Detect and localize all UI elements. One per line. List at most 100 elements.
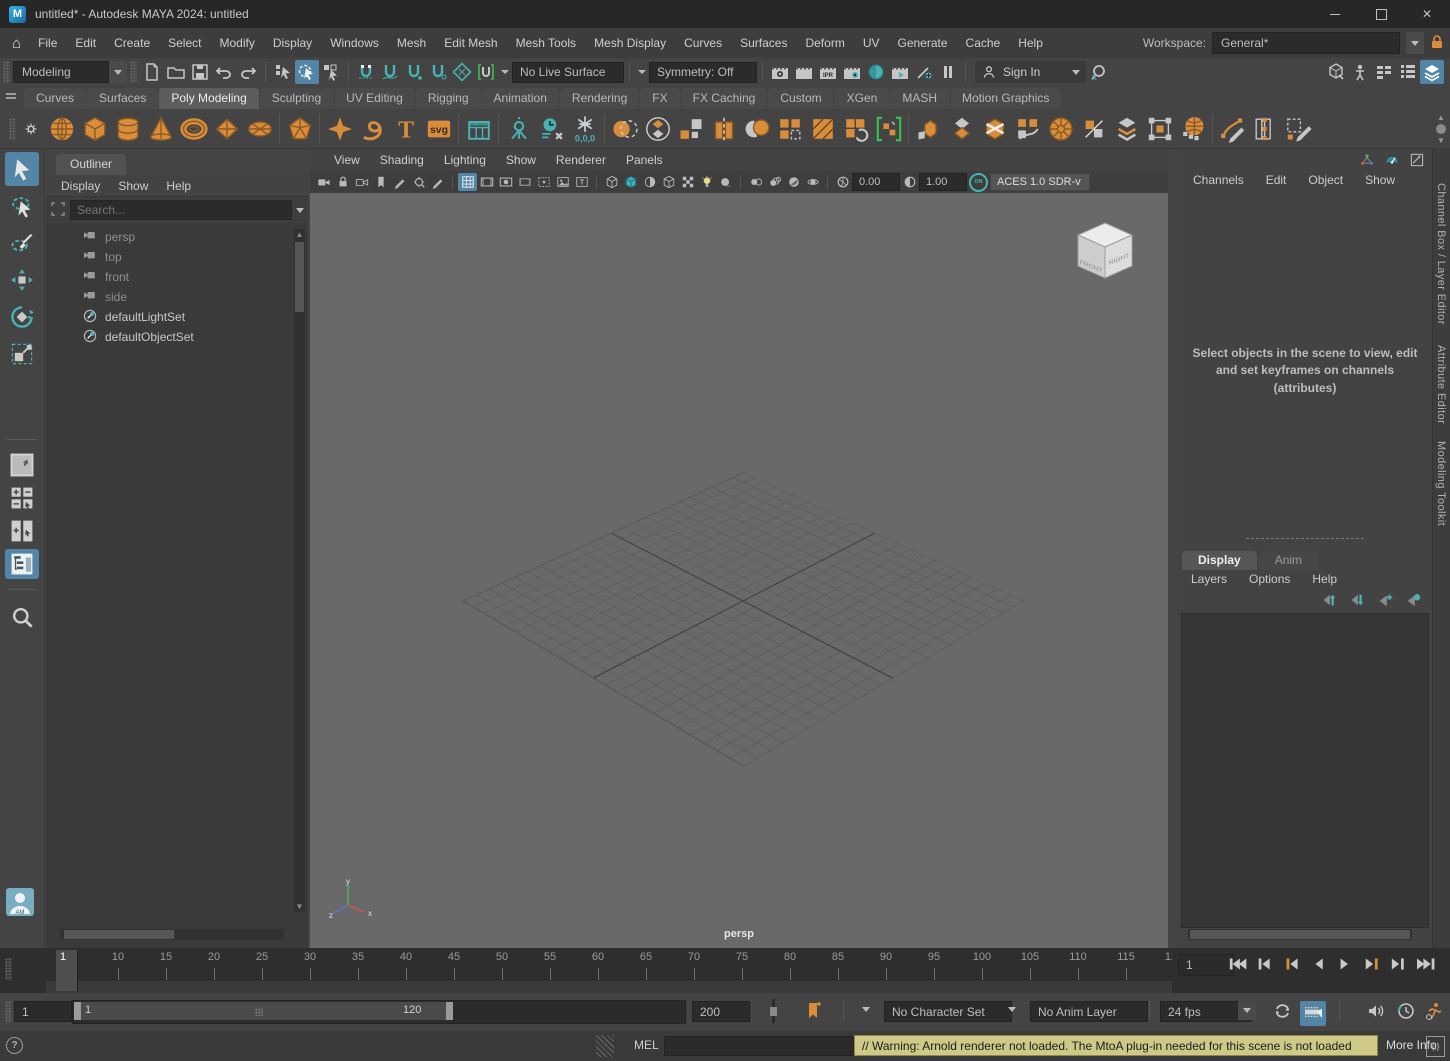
character-set-field[interactable]: No Character Set bbox=[884, 1001, 1012, 1022]
exposure-toggle-icon[interactable] bbox=[833, 173, 852, 191]
bridge-icon[interactable] bbox=[978, 112, 1011, 145]
toolbar-grip[interactable] bbox=[3, 61, 10, 83]
viewport-menu-shading[interactable]: Shading bbox=[370, 151, 434, 169]
poly-torus-icon[interactable] bbox=[177, 112, 210, 145]
poly-plane-icon[interactable] bbox=[210, 112, 243, 145]
shelf-tab-xgen[interactable]: XGen bbox=[835, 88, 890, 109]
scroll-down-icon[interactable]: ▼ bbox=[294, 901, 305, 912]
outliner-menu-show[interactable]: Show bbox=[109, 177, 157, 195]
menu-windows[interactable]: Windows bbox=[321, 32, 388, 54]
animation-start-field[interactable]: 1 bbox=[14, 1001, 72, 1022]
shelf-tab-surfaces[interactable]: Surfaces bbox=[87, 88, 158, 109]
cached-playback-icon[interactable] bbox=[1300, 1001, 1326, 1026]
zoom-tool[interactable] bbox=[5, 600, 39, 634]
extract-icon[interactable] bbox=[674, 112, 707, 145]
lighting-mode-icon[interactable] bbox=[697, 173, 716, 191]
range-end-handle[interactable] bbox=[446, 1002, 453, 1020]
scroll-up-icon[interactable]: ▲ bbox=[294, 229, 305, 240]
new-scene-icon[interactable] bbox=[140, 60, 164, 84]
channel-box-toggle-icon[interactable] bbox=[1372, 60, 1396, 84]
single-pane-layout[interactable] bbox=[5, 450, 39, 480]
home-icon[interactable]: ⌂ bbox=[4, 35, 29, 52]
shelf-tab-motion-graphics[interactable]: Motion Graphics bbox=[950, 88, 1061, 109]
shelf-tab-mash[interactable]: MASH bbox=[890, 88, 949, 109]
delete-history-icon[interactable] bbox=[535, 112, 568, 145]
ipr-render-icon[interactable]: IPR bbox=[816, 60, 840, 84]
menu-modify[interactable]: Modify bbox=[210, 32, 263, 54]
layer-menu-layers[interactable]: Layers bbox=[1180, 570, 1238, 588]
display-layers-list[interactable] bbox=[1181, 613, 1429, 928]
menu-curves[interactable]: Curves bbox=[675, 32, 731, 54]
checker-mode-icon[interactable] bbox=[678, 173, 697, 191]
menu-uv[interactable]: UV bbox=[854, 32, 889, 54]
2d-pan-zoom-icon[interactable] bbox=[409, 173, 428, 191]
save-scene-icon[interactable] bbox=[188, 60, 212, 84]
outliner-horizontal-scrollbar[interactable] bbox=[60, 929, 284, 940]
move-tool[interactable] bbox=[5, 263, 39, 297]
type-tool-icon[interactable]: T bbox=[389, 112, 422, 145]
outliner-persp-layout[interactable] bbox=[5, 549, 39, 579]
reduce-icon[interactable] bbox=[806, 112, 839, 145]
display-layers-toggle-icon[interactable] bbox=[1420, 60, 1444, 84]
lock-icon[interactable] bbox=[1430, 34, 1444, 53]
hud-toggle-icon[interactable]: T bbox=[572, 173, 591, 191]
fps-dropdown-arrow[interactable] bbox=[1238, 1001, 1256, 1020]
view-cube[interactable]: FRONT RIGHT bbox=[1070, 215, 1140, 288]
wireframe-mode-icon[interactable] bbox=[602, 173, 621, 191]
symmetry-field[interactable]: Symmetry: Off bbox=[649, 62, 757, 83]
bevel-icon[interactable] bbox=[945, 112, 978, 145]
outliner-filter-icon[interactable] bbox=[50, 201, 66, 220]
toggle-renderer-icon[interactable] bbox=[912, 60, 936, 84]
screen-space-ao-icon[interactable] bbox=[746, 173, 765, 191]
sign-in-arrow[interactable] bbox=[1072, 70, 1080, 75]
snap-to-curve-icon[interactable] bbox=[378, 60, 402, 84]
region-render-icon[interactable] bbox=[534, 173, 553, 191]
bookmark-view-icon[interactable] bbox=[371, 173, 390, 191]
viewport-menu-view[interactable]: View bbox=[324, 151, 370, 169]
use-default-material-icon[interactable] bbox=[659, 173, 678, 191]
crease-tool-icon[interactable] bbox=[1216, 112, 1249, 145]
range-slider[interactable]: 1 120 bbox=[72, 1000, 686, 1024]
outliner-tab[interactable]: Outliner bbox=[56, 154, 126, 175]
view-transform-dropdown[interactable]: ACES 1.0 SDR-v bbox=[990, 173, 1090, 191]
open-scene-icon[interactable] bbox=[164, 60, 188, 84]
render-settings-icon[interactable] bbox=[840, 60, 864, 84]
menu-select[interactable]: Select bbox=[159, 32, 210, 54]
script-editor-icon[interactable]: {;} bbox=[1426, 1036, 1445, 1057]
step-forward-key-button[interactable] bbox=[1363, 952, 1385, 976]
color-management-toggle[interactable]: ON bbox=[969, 173, 988, 191]
layer-tab-display[interactable]: Display bbox=[1182, 551, 1257, 570]
symmetrize-icon[interactable] bbox=[1143, 112, 1176, 145]
xgen-search-icon[interactable]: X bbox=[1086, 60, 1110, 84]
outliner-item-persp[interactable]: persp bbox=[46, 227, 308, 247]
menu-mesh-tools[interactable]: Mesh Tools bbox=[507, 32, 585, 54]
shelf-gear-icon[interactable] bbox=[19, 117, 43, 141]
shadows-icon[interactable] bbox=[716, 173, 735, 191]
layer-menu-help[interactable]: Help bbox=[1301, 570, 1348, 588]
film-gate-icon[interactable] bbox=[477, 173, 496, 191]
outliner-item-side[interactable]: side bbox=[46, 287, 308, 307]
isolate-select-icon[interactable] bbox=[803, 173, 822, 191]
undo-icon[interactable] bbox=[212, 60, 236, 84]
menu-cache[interactable]: Cache bbox=[957, 32, 1010, 54]
select-tool[interactable] bbox=[5, 152, 39, 186]
shelf-tab-rendering[interactable]: Rendering bbox=[560, 88, 639, 109]
mirror-icon[interactable] bbox=[740, 112, 773, 145]
resolution-gate-icon[interactable] bbox=[496, 173, 515, 191]
outliner-search-dropdown-arrow[interactable] bbox=[296, 208, 304, 213]
menu-mesh-display[interactable]: Mesh Display bbox=[585, 32, 675, 54]
shelf-tab-sculpting[interactable]: Sculpting bbox=[260, 88, 333, 109]
snap-to-projected-center-icon[interactable] bbox=[426, 60, 450, 84]
menu-surfaces[interactable]: Surfaces bbox=[731, 32, 796, 54]
outliner-item-defaultlightset[interactable]: defaultLightSet bbox=[46, 307, 308, 327]
move-layer-down-icon[interactable] bbox=[1347, 591, 1366, 609]
animation-end-field[interactable]: 200 bbox=[692, 1001, 750, 1022]
shelf-tab-fx-caching[interactable]: FX Caching bbox=[681, 88, 768, 109]
outliner-menu-display[interactable]: Display bbox=[52, 177, 109, 195]
outliner-menu-help[interactable]: Help bbox=[157, 177, 200, 195]
anim-layer-menu-arrow[interactable] bbox=[1008, 1007, 1016, 1012]
auto-key-icon[interactable] bbox=[1424, 1001, 1444, 1024]
scale-tool[interactable] bbox=[5, 337, 39, 371]
menu-deform[interactable]: Deform bbox=[796, 32, 853, 54]
layer-menu-options[interactable]: Options bbox=[1238, 570, 1301, 588]
